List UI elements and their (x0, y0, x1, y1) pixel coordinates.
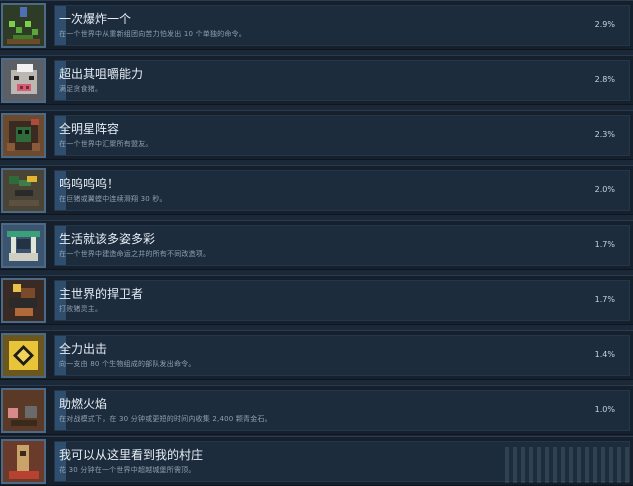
achievement-card: 超出其咀嚼能力 满足贪食猪。 2.8% (54, 60, 630, 101)
achievement-row[interactable]: 生活就该多姿多彩 在一个世界中建造命运之井的所有不同改造项。 1.7% (0, 220, 633, 270)
well-icon (1, 223, 46, 268)
achievement-card: 生活就该多姿多彩 在一个世界中建造命运之井的所有不同改造项。 1.7% (54, 225, 630, 266)
achievement-percent: 2.9% (594, 20, 615, 29)
achievement-row[interactable]: 全力出击 向一支由 80 个生物组成的部队发出命令。 1.4% (0, 330, 633, 380)
achievement-title: 超出其咀嚼能力 (59, 67, 144, 81)
achievement-row[interactable]: 超出其咀嚼能力 满足贪食猪。 2.8% (0, 55, 633, 105)
achievement-percent: 2.3% (594, 130, 615, 139)
charge-icon (1, 333, 46, 378)
achievement-title: 助燃火焰 (59, 397, 108, 411)
achievement-row[interactable]: 全明星阵容 在一个世界中汇聚所有盟友。 2.3% (0, 110, 633, 160)
achievement-row[interactable]: 助燃火焰 在对战模式下，在 30 分钟或更短的时间内收集 2,400 颗青金石。… (0, 385, 633, 435)
allies-icon (1, 113, 46, 158)
glider-icon (1, 168, 46, 213)
achievement-title: 呜呜呜呜！ (59, 177, 120, 191)
creeper-icon (1, 3, 46, 48)
achievement-description: 在一个世界中汇聚所有盟友。 (59, 140, 153, 148)
achievement-description: 满足贪食猪。 (59, 85, 103, 93)
achievement-row[interactable]: 主世界的捍卫者 打败猪灵主。 1.7% (0, 275, 633, 325)
achievement-percent: 1.7% (594, 240, 615, 249)
defender-icon (1, 278, 46, 323)
achievement-title: 全明星阵容 (59, 122, 120, 136)
pig-face-icon (1, 58, 46, 103)
achievement-description: 在一个世界中从重新组团向苦力怕发出 10 个单独的命令。 (59, 30, 246, 38)
achievement-description: 打败猪灵主。 (59, 305, 103, 313)
achievement-card: 呜呜呜呜！ 在巨猪或翼螳中连续滑翔 30 秒。 2.0% (54, 170, 630, 211)
achievement-percent: 2.8% (594, 75, 615, 84)
achievement-description: 在一个世界中建造命运之井的所有不同改造项。 (59, 250, 211, 258)
achievement-description: 在巨猪或翼螳中连续滑翔 30 秒。 (59, 195, 167, 203)
achievement-card: 主世界的捍卫者 打败猪灵主。 1.7% (54, 280, 630, 321)
achievement-row[interactable]: 一次爆炸一个 在一个世界中从重新组团向苦力怕发出 10 个单独的命令。 2.9% (0, 0, 633, 50)
achievement-row[interactable]: 呜呜呜呜！ 在巨猪或翼螳中连续滑翔 30 秒。 2.0% (0, 165, 633, 215)
watermark-overlay (505, 447, 633, 483)
achievement-description: 向一支由 80 个生物组成的部队发出命令。 (59, 360, 196, 368)
achievement-percent: 2.0% (594, 185, 615, 194)
fire-icon (1, 388, 46, 433)
achievement-title: 我可以从这里看到我的村庄 (59, 448, 204, 462)
achievement-percent: 1.4% (594, 350, 615, 359)
achievement-card: 全力出击 向一支由 80 个生物组成的部队发出命令。 1.4% (54, 335, 630, 376)
tower-icon (1, 439, 46, 484)
achievement-percent: 1.0% (594, 405, 615, 414)
achievement-title: 生活就该多姿多彩 (59, 232, 156, 246)
achievement-title: 主世界的捍卫者 (59, 287, 144, 301)
achievement-description: 在对战模式下，在 30 分钟或更短的时间内收集 2,400 颗青金石。 (59, 415, 272, 423)
achievement-percent: 1.7% (594, 295, 615, 304)
achievement-card: 一次爆炸一个 在一个世界中从重新组团向苦力怕发出 10 个单独的命令。 2.9% (54, 5, 630, 46)
achievement-card: 助燃火焰 在对战模式下，在 30 分钟或更短的时间内收集 2,400 颗青金石。… (54, 390, 630, 431)
achievement-card: 全明星阵容 在一个世界中汇聚所有盟友。 2.3% (54, 115, 630, 156)
achievement-description: 花 30 分钟在一个世界中超越城堡所需顶。 (59, 466, 196, 474)
achievement-title: 全力出击 (59, 342, 108, 356)
achievement-title: 一次爆炸一个 (59, 12, 132, 26)
